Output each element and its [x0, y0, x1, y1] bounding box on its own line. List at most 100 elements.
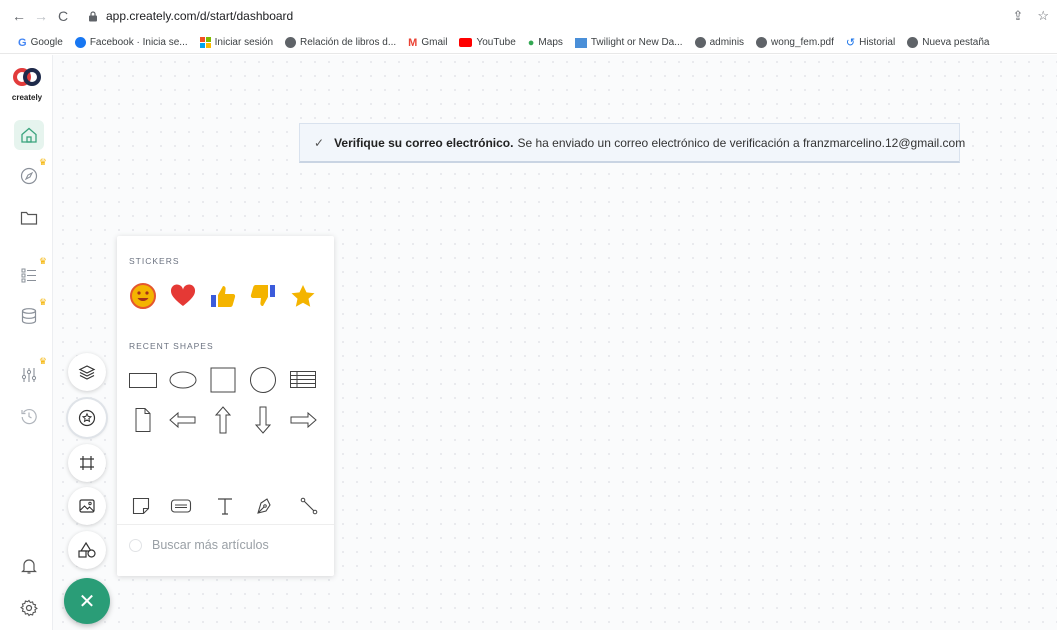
bookmark-gmail[interactable]: M Gmail — [408, 37, 447, 49]
smiley-sticker-icon — [130, 283, 156, 309]
history-icon — [21, 408, 37, 425]
sidebar: creately ♛ ♛ ♛ ♛ — [0, 55, 53, 630]
shapes-button[interactable] — [68, 531, 106, 569]
shape-arrow-right[interactable] — [283, 404, 323, 436]
globe-icon — [285, 37, 296, 48]
frame-button[interactable] — [68, 444, 106, 482]
heart-sticker-icon — [170, 284, 196, 306]
folder-icon — [20, 211, 38, 225]
sidebar-item-folders[interactable] — [14, 203, 44, 233]
arrow-right-shape-icon — [290, 411, 317, 429]
shape-circle[interactable] — [243, 364, 283, 396]
rectangle-shape-icon — [129, 373, 157, 388]
sticker-smiley[interactable] — [123, 280, 163, 312]
bookmark-historial[interactable]: ↺ Historial — [846, 36, 895, 49]
image-button[interactable] — [68, 487, 106, 525]
bookmark-google[interactable]: G Google — [18, 37, 63, 49]
globe-icon — [694, 37, 706, 48]
recent-shapes-label: RECENT SHAPES — [129, 341, 214, 351]
table-shape-icon — [290, 371, 316, 388]
database-icon — [21, 308, 37, 324]
text-icon — [218, 498, 232, 515]
bookmark-star-icon[interactable]: ☆ — [1037, 8, 1049, 24]
document-shape-icon — [135, 408, 151, 432]
youtube-icon — [459, 38, 473, 47]
sidebar-item-history[interactable] — [14, 401, 44, 431]
twilight-icon — [574, 37, 587, 48]
image-icon — [79, 499, 95, 513]
sliders-icon — [21, 368, 37, 382]
stickers-label: STICKERS — [129, 256, 180, 266]
arrow-down-shape-icon — [254, 406, 272, 434]
bell-icon — [21, 559, 37, 574]
sidebar-item-notifications[interactable] — [14, 551, 44, 581]
bookmark-iniciar-sesion[interactable]: Iniciar sesión — [199, 37, 273, 48]
premium-crown-icon: ♛ — [38, 356, 47, 366]
verification-toast: ✓ Verifique su correo electrónico. Se ha… — [299, 123, 965, 163]
shape-ellipse[interactable] — [163, 364, 203, 396]
toast-message: Se ha enviado un correo electrónico de v… — [517, 135, 966, 150]
gmail-icon: M — [408, 36, 418, 49]
tool-note[interactable] — [121, 490, 161, 522]
bookmark-maps[interactable]: ● Maps — [528, 37, 563, 49]
shape-arrow-down[interactable] — [243, 404, 283, 436]
creately-logo[interactable]: creately — [10, 67, 44, 102]
tool-pen[interactable] — [245, 490, 285, 522]
bookmark-twilight[interactable]: Twilight or New Da... — [574, 37, 683, 48]
tool-text[interactable] — [205, 490, 245, 522]
bookmark-facebook[interactable]: Facebook · Inicia se... — [74, 37, 188, 48]
shape-square[interactable] — [203, 364, 243, 396]
layers-button[interactable] — [68, 353, 106, 391]
sidebar-item-explore[interactable]: ♛ — [14, 157, 47, 191]
sticker-heart[interactable] — [163, 280, 203, 312]
forward-button[interactable]: → — [30, 8, 52, 24]
stickers-icon — [78, 409, 96, 427]
url-field[interactable]: app.creately.com/d/start/dashboard — [106, 9, 293, 23]
facebook-icon — [74, 37, 86, 48]
premium-crown-icon: ♛ — [38, 256, 47, 266]
premium-crown-icon: ♛ — [38, 297, 47, 307]
share-icon[interactable]: ⇪ — [1012, 8, 1023, 24]
sidebar-item-list[interactable]: ♛ — [14, 256, 47, 290]
textbox-icon — [170, 499, 192, 513]
shape-arrow-up[interactable] — [203, 404, 243, 436]
note-icon — [132, 497, 150, 515]
reload-button[interactable]: C — [52, 8, 74, 24]
bookmark-youtube[interactable]: YouTube — [459, 37, 516, 48]
bookmark-adminis[interactable]: adminis — [694, 37, 744, 48]
sticker-thumbs-down[interactable] — [243, 280, 283, 312]
bookmark-nueva-pestana[interactable]: Nueva pestaña — [907, 37, 990, 48]
globe-icon — [756, 37, 768, 48]
sidebar-item-database[interactable]: ♛ — [14, 297, 47, 331]
shape-document[interactable] — [123, 404, 163, 436]
close-panel-button[interactable]: ✕ — [64, 578, 110, 624]
thumbs-down-sticker-icon — [250, 285, 275, 306]
panel-divider — [117, 524, 334, 525]
layers-icon — [78, 365, 96, 380]
sidebar-item-settings-sliders[interactable]: ♛ — [14, 356, 47, 390]
stickers-button[interactable] — [68, 399, 106, 437]
sidebar-item-home[interactable] — [14, 120, 44, 150]
circle-shape-icon — [250, 367, 276, 393]
history-icon: ↺ — [845, 37, 856, 49]
tool-connector[interactable] — [289, 490, 329, 522]
thumbs-up-sticker-icon — [211, 286, 236, 307]
maps-pin-icon: ● — [527, 36, 535, 49]
shape-rectangle[interactable] — [123, 364, 163, 396]
bookmark-libros[interactable]: Relación de libros d... — [285, 37, 396, 48]
creately-logo-icon — [13, 68, 41, 86]
search-more-items[interactable]: Buscar más artículos — [129, 538, 269, 552]
bookmark-wong-fem[interactable]: wong_fem.pdf — [756, 37, 834, 48]
sticker-star[interactable] — [283, 280, 323, 312]
tool-textbox[interactable] — [161, 490, 201, 522]
star-sticker-icon — [291, 285, 315, 307]
premium-crown-icon: ♛ — [38, 157, 47, 167]
sidebar-item-settings[interactable] — [14, 593, 44, 623]
lock-icon — [89, 10, 97, 21]
back-button[interactable]: ← — [8, 8, 30, 24]
connector-icon — [300, 497, 318, 515]
sticker-thumbs-up[interactable] — [203, 280, 243, 312]
shape-arrow-left[interactable] — [163, 404, 203, 436]
shape-table[interactable] — [283, 364, 323, 396]
google-icon: G — [18, 36, 27, 49]
